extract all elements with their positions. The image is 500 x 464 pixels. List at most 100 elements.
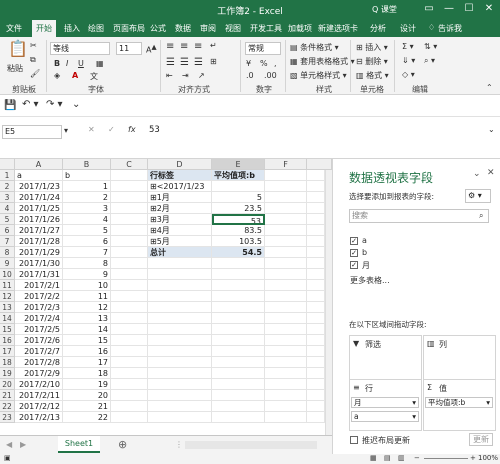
percent-icon[interactable]: %: [260, 59, 268, 68]
grid-cell[interactable]: [148, 379, 212, 390]
grid-cell[interactable]: 2017/1/28: [15, 236, 63, 247]
zoom-level[interactable]: 100%: [478, 454, 498, 462]
grid-cell[interactable]: [265, 412, 307, 423]
grid-cell[interactable]: [307, 269, 325, 280]
field-checkbox-month[interactable]: ✓: [350, 261, 358, 269]
grid-cell[interactable]: [111, 401, 148, 412]
tab-page-layout[interactable]: 页面布局: [113, 23, 145, 34]
row-header[interactable]: 14: [0, 313, 15, 324]
grid-cell[interactable]: 2017/2/13: [15, 412, 63, 423]
row-header[interactable]: 3: [0, 192, 15, 203]
grid-cell[interactable]: 15: [63, 335, 111, 346]
grid-cell[interactable]: 21: [63, 401, 111, 412]
grid-cell[interactable]: [307, 390, 325, 401]
pivot-row-label[interactable]: ⊞<2017/1/23: [148, 181, 212, 192]
grid-cell[interactable]: [265, 247, 307, 258]
copy-icon[interactable]: ⧉: [30, 55, 36, 65]
row-header[interactable]: 18: [0, 357, 15, 368]
decrease-decimal-icon[interactable]: .00: [264, 71, 277, 80]
insert-function-button[interactable]: fx: [128, 125, 136, 134]
expand-icon[interactable]: ⊞: [150, 193, 157, 202]
underline-button[interactable]: U: [78, 59, 84, 68]
name-box-dropdown-icon[interactable]: ▾: [64, 126, 68, 135]
grid-cell[interactable]: [212, 390, 265, 401]
grid-cell[interactable]: [265, 346, 307, 357]
align-bottom-icon[interactable]: ≡: [194, 41, 202, 52]
grid-cell[interactable]: [111, 258, 148, 269]
row-header[interactable]: 13: [0, 302, 15, 313]
row-header[interactable]: 22: [0, 401, 15, 412]
grid-cell[interactable]: [265, 368, 307, 379]
close-icon[interactable]: ✕: [482, 2, 496, 16]
row-header[interactable]: 19: [0, 368, 15, 379]
zoom-in-icon[interactable]: +: [470, 454, 476, 462]
grid-cell[interactable]: 2017/2/6: [15, 335, 63, 346]
pivot-header-value[interactable]: 平均值项:b: [212, 170, 265, 181]
grid-cell[interactable]: 8: [63, 258, 111, 269]
delete-cells-button[interactable]: ⊟ 删除 ▾: [356, 56, 388, 67]
cut-icon[interactable]: ✂: [30, 41, 37, 50]
expand-icon[interactable]: ⊞: [150, 237, 157, 246]
format-as-table-button[interactable]: ▦ 套用表格格式 ▾: [290, 56, 355, 67]
grid-cell[interactable]: [212, 269, 265, 280]
grid-cell[interactable]: [265, 357, 307, 368]
grid-cell[interactable]: [111, 214, 148, 225]
grid-cell[interactable]: 2017/1/31: [15, 269, 63, 280]
font-color-icon[interactable]: A: [72, 71, 78, 80]
tab-design[interactable]: 设计: [400, 23, 416, 34]
autosum-icon[interactable]: Σ ▾: [402, 42, 414, 51]
row-header[interactable]: 10: [0, 269, 15, 280]
tab-insert[interactable]: 插入: [64, 23, 80, 34]
grid-cell[interactable]: [111, 412, 148, 423]
grid-cell[interactable]: 2017/2/4: [15, 313, 63, 324]
row-header[interactable]: 1: [0, 170, 15, 181]
column-header-b[interactable]: B: [63, 159, 111, 170]
grid-cell[interactable]: 2017/1/29: [15, 247, 63, 258]
pivot-value-cell[interactable]: 5: [212, 192, 265, 203]
expand-icon[interactable]: ⊞: [150, 204, 157, 213]
grid-cell[interactable]: [212, 335, 265, 346]
sort-filter-icon[interactable]: ⇅ ▾: [424, 42, 437, 51]
column-header-a[interactable]: A: [15, 159, 63, 170]
pivot-row-label[interactable]: ⊞3月: [148, 214, 212, 225]
sheet-tab-active[interactable]: Sheet1: [58, 436, 100, 453]
pivot-total-value[interactable]: 54.5: [212, 247, 265, 258]
conditional-format-button[interactable]: ▤ 条件格式 ▾: [290, 42, 339, 53]
grid-cell[interactable]: [111, 170, 148, 181]
expand-icon[interactable]: ⊞: [150, 182, 157, 191]
grid-cell[interactable]: 4: [63, 214, 111, 225]
grid-cell[interactable]: 18: [63, 368, 111, 379]
column-header-c[interactable]: C: [111, 159, 148, 170]
grid-cell[interactable]: 16: [63, 346, 111, 357]
grid-cell[interactable]: 13: [63, 313, 111, 324]
vertical-scrollbar[interactable]: [325, 170, 332, 435]
grid-cell[interactable]: [307, 346, 325, 357]
orientation-icon[interactable]: ↗: [198, 71, 205, 80]
wrap-text-icon[interactable]: ↵: [210, 41, 217, 50]
grid-cell[interactable]: 1: [63, 181, 111, 192]
grid-cell[interactable]: 2017/2/8: [15, 357, 63, 368]
grid-cell[interactable]: [148, 291, 212, 302]
grid-cell[interactable]: [265, 335, 307, 346]
grid-cell[interactable]: [111, 269, 148, 280]
grid-cell[interactable]: 2017/2/3: [15, 302, 63, 313]
pane-close-icon[interactable]: ✕: [487, 168, 495, 178]
page-break-view-icon[interactable]: ▥: [398, 454, 405, 462]
grid-cell[interactable]: 10: [63, 280, 111, 291]
decrease-indent-icon[interactable]: ⇤: [166, 71, 173, 80]
name-box[interactable]: E5: [2, 125, 62, 139]
grid-cell[interactable]: 2017/1/23: [15, 181, 63, 192]
grid-cell[interactable]: [111, 346, 148, 357]
row-field-a[interactable]: a ▾: [351, 411, 419, 422]
find-select-icon[interactable]: ⌕ ▾: [424, 56, 435, 66]
grid-cell[interactable]: 11: [63, 291, 111, 302]
grid-cell[interactable]: [212, 280, 265, 291]
grid-cell[interactable]: [265, 214, 307, 225]
grid-cell[interactable]: 2017/2/5: [15, 324, 63, 335]
grid-cell[interactable]: [307, 203, 325, 214]
grid-cell[interactable]: [265, 280, 307, 291]
horizontal-scrollbar[interactable]: [185, 441, 317, 449]
grid-cell[interactable]: 2017/2/10: [15, 379, 63, 390]
tab-developer[interactable]: 开发工具: [250, 23, 282, 34]
grid-cell[interactable]: [307, 258, 325, 269]
